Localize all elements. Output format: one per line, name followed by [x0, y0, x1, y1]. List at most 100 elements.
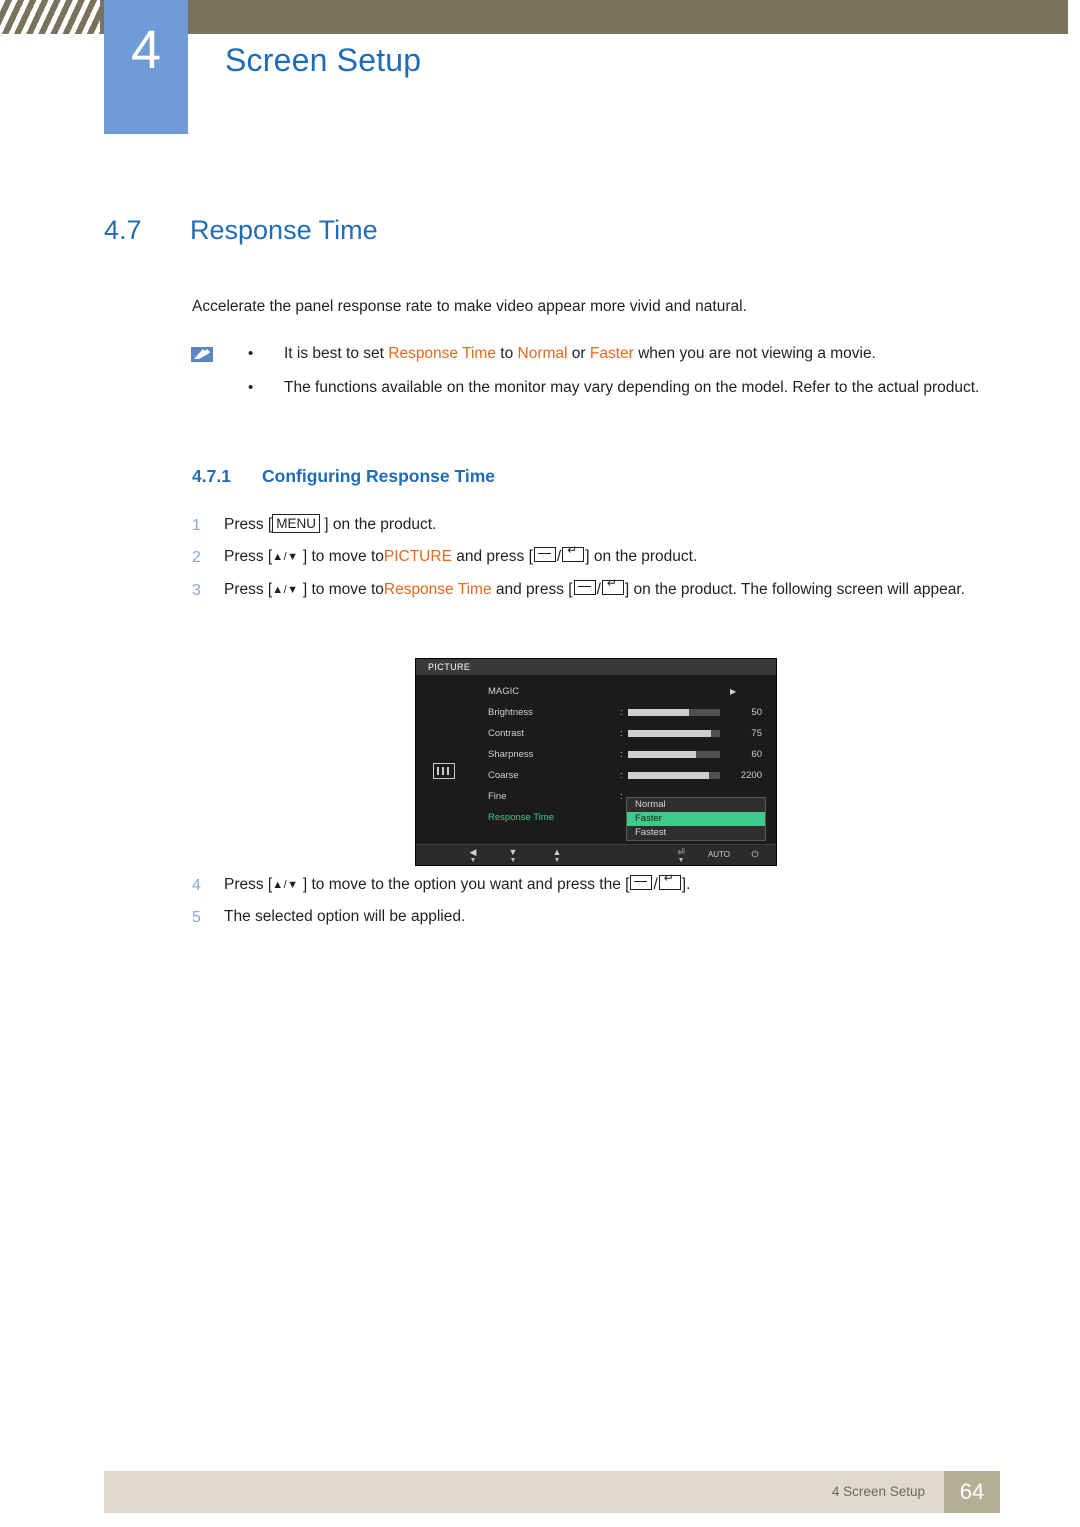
note-highlight-response-time: Response Time: [388, 345, 496, 362]
enter-button[interactable]: ⏎ ▼: [670, 847, 692, 865]
step-text-d: ] on the product. The following screen w…: [624, 580, 965, 598]
step-number: 3: [192, 581, 201, 599]
button-sub-icon: ▼: [509, 857, 517, 864]
osd-colon: :: [620, 728, 623, 739]
down-arrow-icon: ▼: [508, 847, 518, 857]
osd-slider-fill: [628, 709, 689, 716]
dash-button-icon: [573, 579, 596, 595]
osd-row-value: 2200: [740, 770, 762, 781]
osd-row-value: 75: [751, 728, 762, 739]
note-text-part-4: when you are not viewing a movie.: [633, 345, 876, 362]
up-down-arrow-icon: ▲/▼: [272, 583, 299, 596]
power-icon: ⏻: [751, 849, 759, 859]
step-text: The selected option will be applied.: [224, 908, 466, 926]
step-text-b: ] on the product.: [324, 516, 437, 533]
osd-colon: :: [620, 707, 623, 718]
step-1: 1 Press [MENU ] on the product.: [192, 514, 1022, 536]
osd-row-contrast[interactable]: Contrast : 75: [472, 723, 778, 744]
subsection-number: 4.7.1: [192, 466, 231, 486]
step-number: 2: [192, 549, 201, 567]
note-pencil-icon: [190, 345, 216, 365]
intro-paragraph: Accelerate the panel response rate to ma…: [192, 298, 747, 315]
subsection-title: Configuring Response Time: [262, 466, 496, 486]
osd-row-label: MAGIC: [488, 686, 520, 697]
step-text-d: ] on the product.: [585, 548, 698, 566]
osd-option-normal[interactable]: Normal: [627, 798, 765, 812]
button-sub-icon: ▼: [677, 857, 685, 864]
step-text-a: Press [: [224, 516, 273, 533]
dash-button-icon: [630, 875, 653, 890]
osd-row-label: Contrast: [488, 728, 524, 739]
power-button[interactable]: ⏻: [744, 849, 766, 859]
osd-slider-fill: [628, 751, 697, 758]
osd-screenshot: PICTURE MAGIC ▶ Brightness : 50 Contrast…: [415, 658, 777, 866]
step-text-a: Press [: [224, 548, 273, 566]
osd-row-label: Sharpness: [488, 749, 534, 760]
osd-slider-track[interactable]: [628, 751, 720, 758]
dash-button-icon: [533, 547, 556, 563]
section-title: Response Time: [190, 215, 378, 245]
step-highlight-picture: PICTURE: [383, 548, 452, 566]
up-arrow-icon: ▲: [552, 847, 562, 857]
note-highlight-normal: Normal: [517, 345, 568, 362]
osd-row-label: Response Time: [488, 812, 555, 823]
enter-button-icon: [562, 544, 585, 563]
note-item: • It is best to set Response Time to Nor…: [240, 343, 1000, 365]
osd-option-fastest[interactable]: Fastest: [627, 826, 765, 840]
step-text-a: Press [: [224, 580, 273, 598]
osd-slider-track[interactable]: [628, 772, 720, 779]
osd-slider-fill: [628, 730, 711, 737]
step-text-d: ].: [681, 876, 691, 893]
step-number: 1: [192, 517, 201, 534]
note-item: • The functions available on the monitor…: [240, 377, 1000, 399]
chevron-right-icon: ▶: [730, 687, 737, 696]
steps-list: 1 Press [MENU ] on the product. 2 Press …: [192, 514, 1022, 611]
step-text-c: and press [: [491, 580, 573, 598]
enter-button-icon: [658, 872, 681, 890]
osd-row-magic[interactable]: MAGIC ▶: [472, 681, 778, 702]
osd-response-time-popup[interactable]: Normal Faster Fastest: [626, 797, 766, 841]
page-number: 64: [944, 1471, 1000, 1513]
osd-colon: :: [620, 749, 623, 760]
osd-option-faster[interactable]: Faster: [627, 812, 765, 826]
steps-list-continued: 4 Press [▲/▼ ] to move to the option you…: [192, 872, 1022, 939]
osd-row-brightness[interactable]: Brightness : 50: [472, 702, 778, 723]
button-sub-icon: ▼: [553, 857, 561, 864]
left-button[interactable]: ◀ ▼: [462, 847, 484, 865]
bullet-icon: •: [248, 345, 254, 362]
osd-row-label: Fine: [488, 791, 507, 802]
enter-arrow-icon: ⏎: [677, 847, 685, 857]
osd-title: PICTURE: [416, 659, 776, 675]
auto-button[interactable]: AUTO: [699, 850, 739, 860]
note-text-part-2: to: [495, 345, 518, 362]
osd-row-label: Coarse: [488, 770, 519, 781]
subsection-heading: 4.7.1 Configuring Response Time: [192, 466, 495, 487]
enter-button-icon: [601, 577, 624, 595]
step-2: 2 Press [▲/▼ ] to move toPICTURE and pre…: [192, 544, 1022, 568]
button-sub-icon: ▼: [469, 857, 477, 864]
osd-row-coarse[interactable]: Coarse : 2200: [472, 765, 778, 786]
picture-menu-icon: [433, 763, 455, 779]
section-heading: 4.7 Response Time: [104, 215, 1004, 246]
auto-label: AUTO: [707, 850, 731, 859]
step-highlight-response-time: Response Time: [383, 580, 492, 598]
osd-slider-track[interactable]: [628, 730, 720, 737]
menu-keycap: MENU: [272, 514, 320, 533]
step-number: 5: [192, 909, 201, 927]
step-text-c: and press [: [451, 548, 533, 566]
note-text-part-1: It is best to set: [284, 345, 389, 362]
osd-row-value: 60: [751, 749, 762, 760]
osd-row-sharpness[interactable]: Sharpness : 60: [472, 744, 778, 765]
step-text-a: Press [: [224, 876, 273, 893]
osd-slider-fill: [628, 772, 709, 779]
left-arrow-icon: ◀: [469, 847, 477, 857]
note-text: The functions available on the monitor m…: [284, 379, 980, 397]
up-down-arrow-icon: ▲/▼: [272, 551, 299, 564]
osd-row-value: 50: [751, 707, 762, 718]
down-button[interactable]: ▼ ▼: [502, 847, 524, 865]
up-button[interactable]: ▲ ▼: [546, 847, 568, 865]
osd-slider-track[interactable]: [628, 709, 720, 716]
osd-footer: ◀ ▼ ▼ ▼ ▲ ▼ ⏎ ▼ AUTO ⏻: [416, 844, 776, 865]
step-5: 5 The selected option will be applied.: [192, 906, 1022, 928]
step-text-b: ] to move to: [302, 580, 384, 598]
